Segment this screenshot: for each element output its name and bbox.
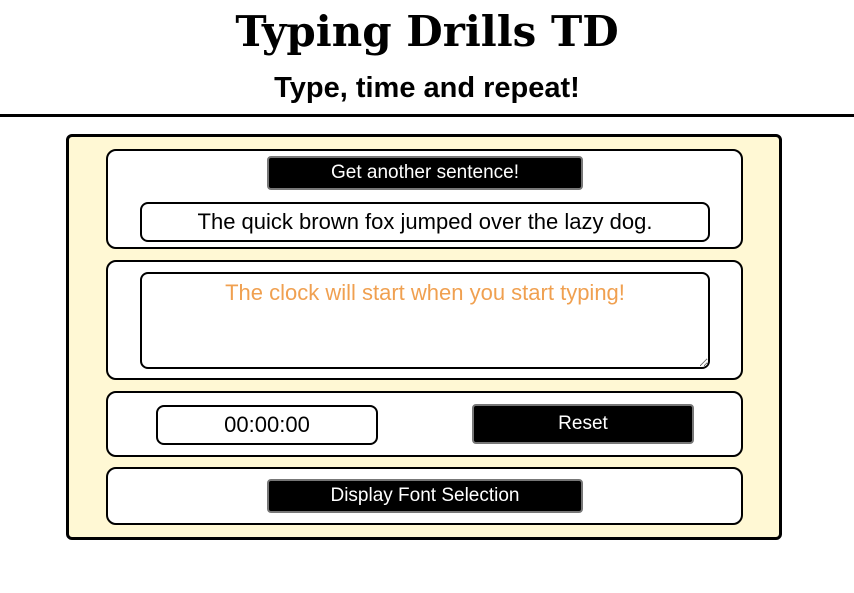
- reset-button[interactable]: Reset: [472, 404, 694, 444]
- typing-input[interactable]: [140, 272, 710, 369]
- app-subtitle: Type, time and repeat!: [274, 72, 580, 104]
- sentence-section: Get another sentence! The quick brown fo…: [106, 149, 743, 249]
- timer-display: 00:00:00: [156, 405, 378, 445]
- get-another-sentence-button[interactable]: Get another sentence!: [267, 156, 583, 190]
- drill-panel: Get another sentence! The quick brown fo…: [66, 134, 782, 540]
- target-sentence: The quick brown fox jumped over the lazy…: [140, 202, 710, 242]
- typing-section: [106, 260, 743, 380]
- header-divider: [0, 114, 854, 117]
- timer-section: 00:00:00 Reset: [106, 391, 743, 457]
- app-title: Typing Drills TD: [235, 7, 619, 56]
- display-font-selection-button[interactable]: Display Font Selection: [267, 479, 583, 513]
- font-section: Display Font Selection: [106, 467, 743, 525]
- page-header: Typing Drills TD Type, time and repeat!: [0, 0, 854, 117]
